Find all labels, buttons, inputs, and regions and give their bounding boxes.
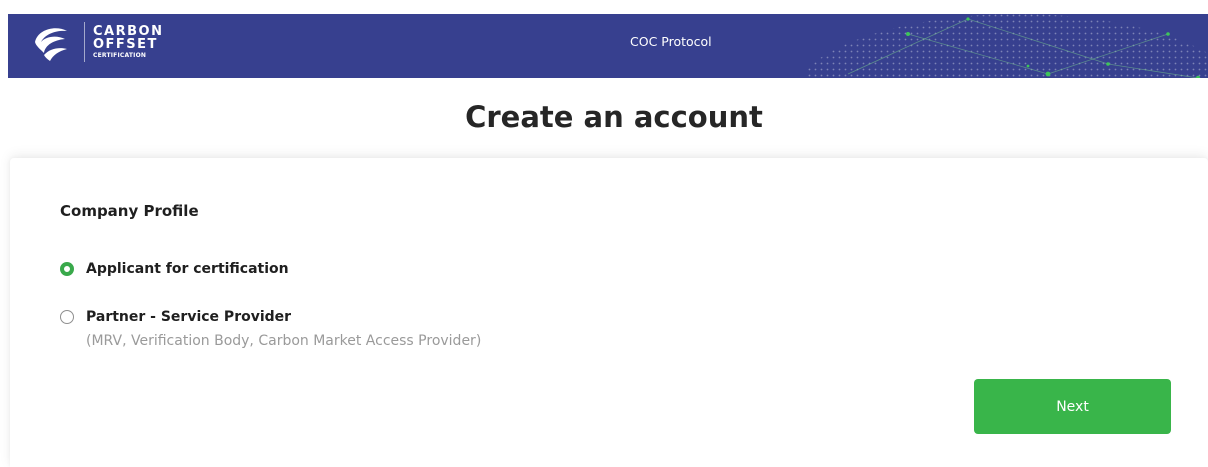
next-button[interactable]: Next bbox=[974, 379, 1171, 434]
logo-line-3: CERTIFICATION bbox=[93, 52, 147, 59]
radio-label-partner: Partner - Service Provider bbox=[86, 309, 292, 325]
section-title: Company Profile bbox=[60, 202, 199, 220]
radio-option-partner[interactable]: Partner - Service Provider (MRV, Verific… bbox=[60, 308, 481, 350]
globe-dots-icon bbox=[808, 14, 1208, 78]
company-profile-card: Company Profile Applicant for certificat… bbox=[10, 158, 1208, 467]
page-title: Create an account bbox=[465, 100, 763, 134]
radio-option-applicant[interactable]: Applicant for certification bbox=[60, 260, 289, 278]
top-header: CARBON OFFSET CERTIFICATION COC Protocol bbox=[8, 14, 1208, 78]
radio-checked-icon[interactable] bbox=[60, 262, 74, 276]
radio-unchecked-icon[interactable] bbox=[60, 310, 74, 324]
leaf-logo-icon bbox=[35, 28, 67, 61]
logo-divider bbox=[84, 22, 85, 62]
radio-sublabel-partner: (MRV, Verification Body, Carbon Market A… bbox=[86, 333, 482, 349]
logo-line-2: OFFSET bbox=[93, 37, 158, 52]
header-title: COC Protocol bbox=[630, 34, 712, 49]
radio-label-applicant: Applicant for certification bbox=[86, 261, 289, 277]
brand-logo[interactable]: CARBON OFFSET CERTIFICATION bbox=[32, 21, 163, 63]
logo-wordmark: CARBON OFFSET CERTIFICATION bbox=[93, 25, 163, 59]
